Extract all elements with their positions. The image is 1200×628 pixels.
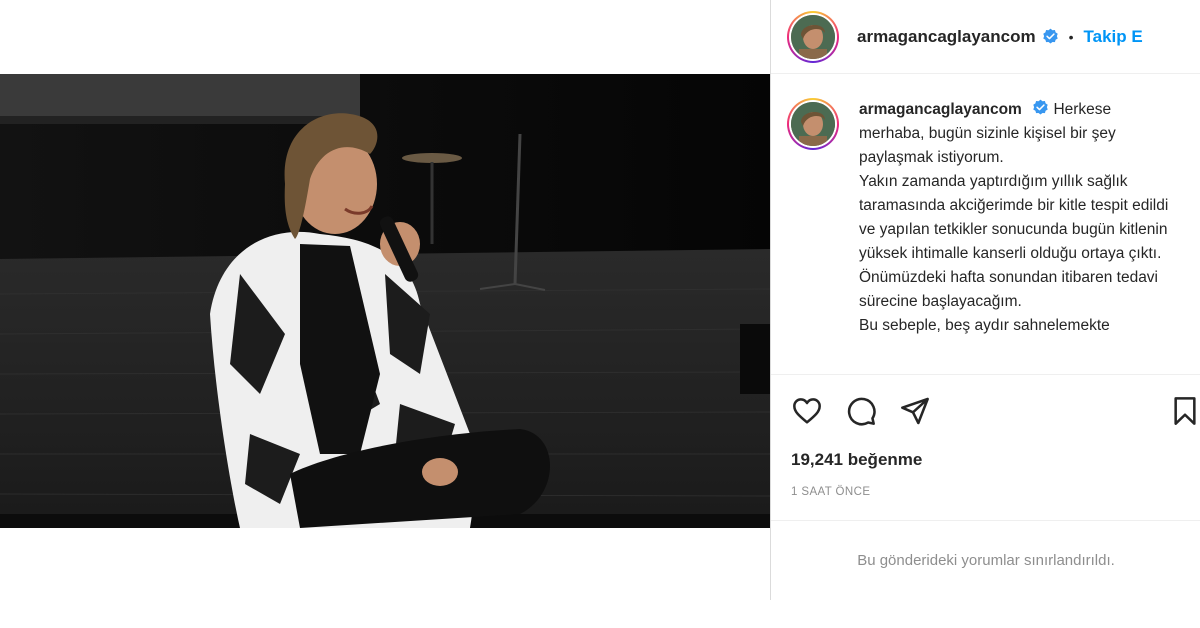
comments-disabled-text: Bu gönderideki yorumlar sınırlandırıldı. [857, 552, 1115, 569]
caption-text: armagancaglayancom Herkese merhaba, bugü… [859, 98, 1179, 370]
caption-line: Yakın zamanda yaptırdığım yıllık sağlık … [859, 173, 1169, 262]
caption-line: Önümüzdeki hafta sonundan itibaren tedav… [859, 269, 1159, 310]
header-separator: • [1068, 28, 1074, 45]
heart-icon[interactable] [791, 395, 823, 427]
follow-button[interactable]: Takip E [1084, 27, 1143, 47]
paper-plane-icon[interactable] [899, 395, 931, 427]
avatar[interactable] [787, 10, 839, 63]
post-photo[interactable] [0, 74, 770, 528]
post-details-panel: armagancaglayancom • Takip E armagancagl… [770, 0, 1200, 600]
post-caption: armagancaglayancom Herkese merhaba, bugü… [787, 98, 1187, 370]
caption-username[interactable]: armagancaglayancom [859, 101, 1022, 118]
post-timestamp[interactable]: 1 SAAT ÖNCE [791, 486, 870, 498]
post-header: armagancaglayancom • Takip E [771, 0, 1200, 74]
likes-count[interactable]: 19,241 beğenme [791, 450, 922, 470]
bookmark-icon[interactable] [1169, 395, 1200, 427]
caption-verified-badge-icon [1033, 99, 1048, 115]
verified-badge-icon [1042, 28, 1058, 44]
header-username[interactable]: armagancaglayancom [857, 27, 1036, 47]
caption-avatar[interactable] [787, 98, 839, 150]
post-media-column [0, 0, 770, 600]
caption-line: Bu sebeple, beş aydır sahnelemekte [859, 317, 1110, 334]
comment-icon[interactable] [845, 395, 877, 427]
post-actions-bar [771, 374, 1200, 446]
page-bottom-area [0, 600, 1200, 628]
comments-disabled-notice: Bu gönderideki yorumlar sınırlandırıldı. [771, 520, 1200, 600]
stage-photo-illustration [0, 74, 770, 528]
